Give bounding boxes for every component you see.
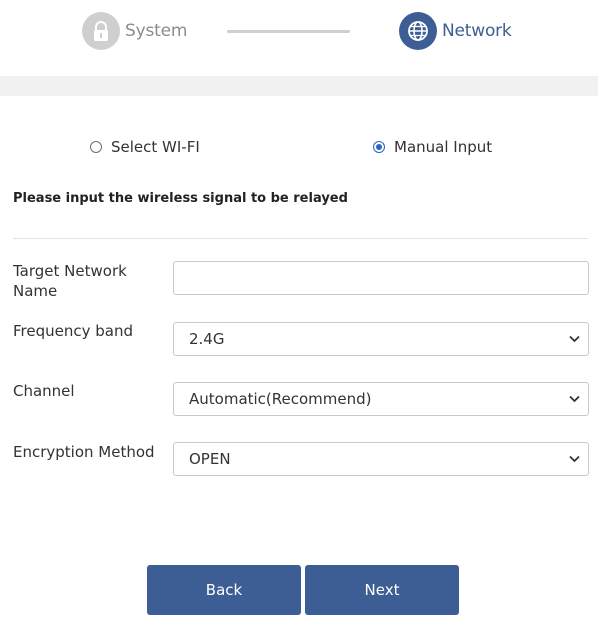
target-network-label: Target Network Name [13,262,127,300]
next-button[interactable]: Next [305,565,459,615]
step-network-label: Network [442,21,512,41]
encryption-method-label: Encryption Method [13,443,155,461]
channel-value: Automatic(Recommend) [189,390,372,408]
step-connector [227,30,350,33]
section-divider [13,238,588,239]
manual-input-radio[interactable]: Manual Input [373,136,492,158]
back-button[interactable]: Back [147,565,301,615]
frequency-band-label: Frequency band [13,322,133,340]
step-network: Network [399,12,512,50]
chevron-down-icon [568,453,580,465]
lock-icon [82,12,120,50]
manual-input-label: Manual Input [394,138,493,156]
radio-checked-icon [373,141,385,153]
channel-label: Channel [13,382,75,400]
select-wifi-radio[interactable]: Select WI-FI [90,136,200,158]
radio-unchecked-icon [90,141,102,153]
encryption-method-value: OPEN [189,450,231,468]
step-system: System [82,12,187,50]
target-network-input[interactable] [173,261,589,295]
chevron-down-icon [568,393,580,405]
step-system-label: System [125,21,188,41]
frequency-band-value: 2.4G [189,330,225,348]
chevron-down-icon [568,333,580,345]
instruction-text: Please input the wireless signal to be r… [13,191,348,206]
encryption-method-select[interactable]: OPEN [173,442,589,476]
frequency-band-select[interactable]: 2.4G [173,322,589,356]
globe-icon [399,12,437,50]
setup-steps: System Network [0,0,598,62]
select-wifi-label: Select WI-FI [111,138,200,156]
channel-select[interactable]: Automatic(Recommend) [173,382,589,416]
header-divider-band [0,76,598,96]
